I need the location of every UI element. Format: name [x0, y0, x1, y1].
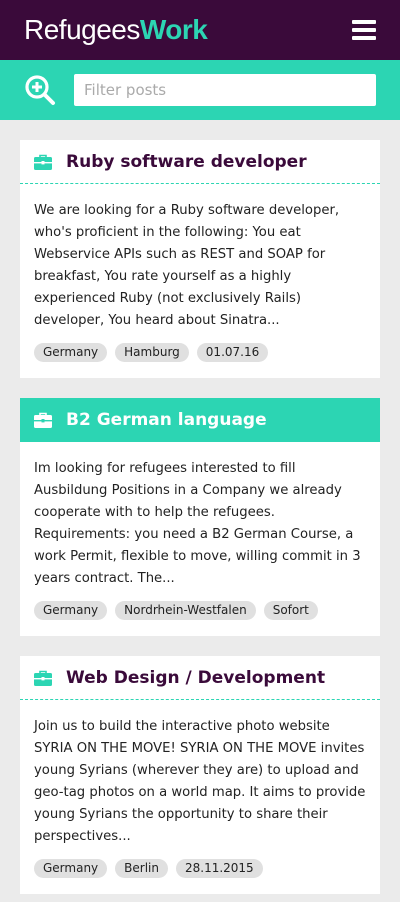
- briefcase-icon: [34, 154, 52, 170]
- tag-country[interactable]: Germany: [34, 859, 108, 878]
- tag-country[interactable]: Germany: [34, 343, 108, 362]
- briefcase-icon: [34, 670, 52, 686]
- post-header[interactable]: Ruby software developer: [20, 140, 380, 184]
- tag-date[interactable]: 28.11.2015: [175, 859, 263, 878]
- zoom-in-search-icon[interactable]: [24, 74, 56, 106]
- post-title[interactable]: Web Design / Development: [66, 668, 325, 688]
- post-card: Web Design / Development Join us to buil…: [20, 656, 380, 894]
- post-header[interactable]: Web Design / Development: [20, 656, 380, 700]
- filter-bar: [0, 60, 400, 120]
- post-title[interactable]: B2 German language: [66, 410, 267, 430]
- tag-country[interactable]: Germany: [34, 601, 108, 620]
- tag-location[interactable]: Berlin: [115, 859, 168, 878]
- filter-posts-input[interactable]: [74, 74, 376, 106]
- post-card: Ruby software developer We are looking f…: [20, 140, 380, 378]
- logo-text-work: Work: [139, 14, 208, 45]
- post-tags: Germany Nordrhein-Westfalen Sofort: [34, 601, 366, 620]
- post-header[interactable]: B2 German language: [20, 398, 380, 442]
- post-excerpt: We are looking for a Ruby software devel…: [34, 203, 340, 328]
- logo-text-refugees: Refugees: [24, 14, 140, 45]
- posts-list: Ruby software developer We are looking f…: [0, 120, 400, 894]
- tag-location[interactable]: Hamburg: [115, 343, 189, 362]
- briefcase-icon: [34, 412, 52, 428]
- tag-location[interactable]: Nordrhein-Westfalen: [115, 601, 256, 620]
- post-title[interactable]: Ruby software developer: [66, 152, 307, 172]
- hamburger-menu-icon[interactable]: [352, 20, 376, 40]
- post-excerpt: Join us to build the interactive photo w…: [34, 719, 366, 844]
- post-excerpt: Im looking for refugees interested to fi…: [34, 461, 361, 586]
- post-card: B2 German language Im looking for refuge…: [20, 398, 380, 636]
- tag-date[interactable]: 01.07.16: [196, 343, 269, 362]
- post-tags: Germany Berlin 28.11.2015: [34, 859, 366, 878]
- tag-date[interactable]: Sofort: [263, 601, 318, 620]
- post-tags: Germany Hamburg 01.07.16: [34, 343, 366, 362]
- logo[interactable]: RefugeesWork: [24, 14, 208, 46]
- top-navbar: RefugeesWork: [0, 0, 400, 60]
